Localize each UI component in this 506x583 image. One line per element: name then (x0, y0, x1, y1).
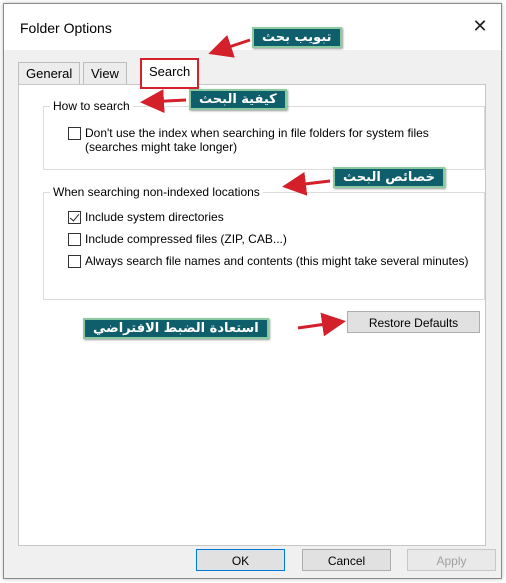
annotation-arrows (140, 34, 346, 337)
arrow-to-search-tab (208, 34, 251, 58)
tab-search[interactable]: Search (140, 58, 200, 89)
callout-search-properties: خصائص البحث (333, 167, 445, 188)
arrow-to-how-to-search (140, 89, 187, 114)
callout-restore-defaults: استعادة الضبط الافتراضي (83, 318, 269, 339)
arrow-to-non-indexed (282, 171, 331, 196)
arrow-to-restore-defaults (297, 312, 346, 337)
callout-search-tab: تبويب بحث (252, 27, 342, 48)
callout-how-to-search: كيفية البحث (189, 89, 287, 110)
